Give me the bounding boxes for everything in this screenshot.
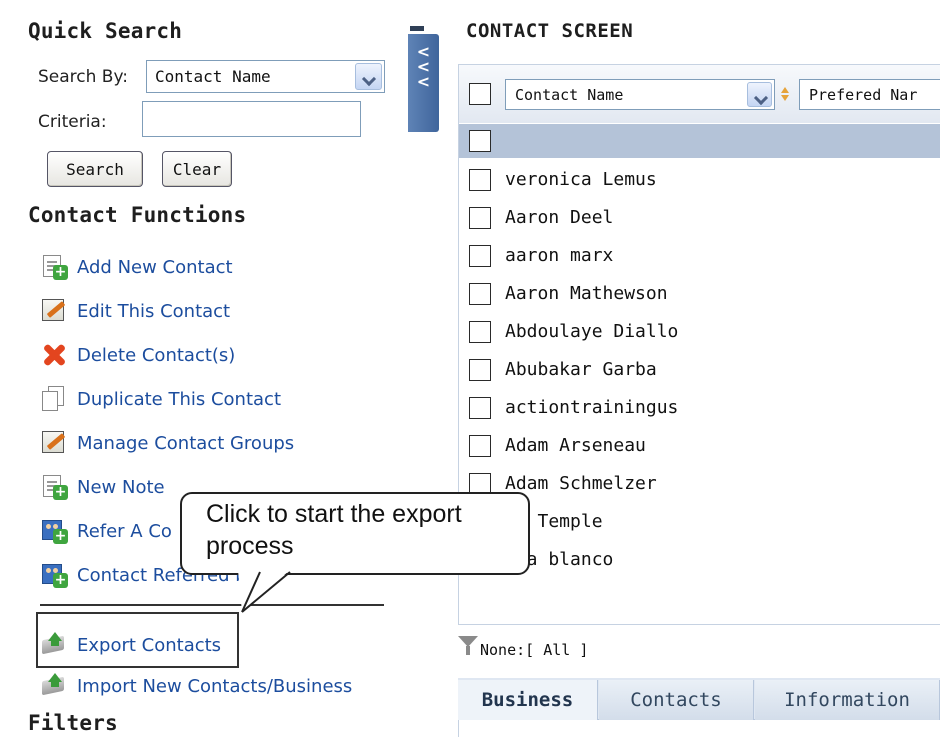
- contact-name: Abubakar Garba: [505, 359, 657, 380]
- import-contacts-link[interactable]: Import New Contacts/Business: [40, 672, 352, 700]
- sort-icon[interactable]: [781, 87, 789, 103]
- table-row[interactable]: aaron marx: [459, 237, 940, 275]
- contact-screen-panel: CONTACT SCREEN Contact Name Prefered Nar…: [441, 0, 940, 737]
- refer-contact-link[interactable]: + Refer A Co: [40, 517, 172, 545]
- row-checkbox[interactable]: [469, 283, 491, 305]
- delete-contact-link[interactable]: Delete Contact(s): [40, 341, 235, 369]
- panel-splitter: < < <: [404, 0, 441, 737]
- column2-select[interactable]: Prefered Nar: [799, 79, 940, 110]
- manage-groups-link[interactable]: Manage Contact Groups: [40, 429, 294, 457]
- add-new-contact-link[interactable]: + Add New Contact: [40, 253, 233, 281]
- tab-business[interactable]: Business: [458, 680, 598, 720]
- splitter-grip: [410, 26, 424, 31]
- chevron-down-icon[interactable]: [355, 63, 382, 90]
- contact-functions-title: Contact Functions: [28, 203, 247, 227]
- search-button[interactable]: Search: [47, 151, 143, 187]
- tab-content: [458, 720, 940, 737]
- table-row[interactable]: am Temple: [459, 503, 940, 541]
- edit-icon: [40, 430, 68, 456]
- callout-pointer: [238, 570, 291, 613]
- tab-contacts[interactable]: Contacts: [599, 680, 754, 720]
- table-row[interactable]: Aaron Deel: [459, 199, 940, 237]
- column1-value: Contact Name: [515, 86, 624, 104]
- table-row[interactable]: Adam Schmelzer: [459, 465, 940, 503]
- criteria-input[interactable]: [142, 101, 361, 137]
- duplicate-icon: [40, 386, 68, 412]
- divider: [40, 604, 384, 606]
- table-row[interactable]: veronica Lemus: [459, 161, 940, 199]
- criteria-label: Criteria:: [38, 112, 107, 132]
- table-row[interactable]: actiontrainingus: [459, 389, 940, 427]
- contact-screen-title: CONTACT SCREEN: [466, 20, 634, 42]
- row-checkbox[interactable]: [469, 245, 491, 267]
- filter-text: None:[ All ]: [480, 641, 589, 659]
- table-row[interactable]: Abubakar Garba: [459, 351, 940, 389]
- contact-name: Adam Arseneau: [505, 435, 646, 456]
- export-callout: Click to start the export process: [180, 492, 530, 575]
- row-checkbox[interactable]: [469, 169, 491, 191]
- column1-select[interactable]: Contact Name: [505, 79, 775, 110]
- refer-icon: +: [40, 518, 68, 544]
- contact-name: Aaron Mathewson: [505, 283, 668, 304]
- delete-icon: [40, 342, 68, 368]
- edit-icon: [40, 298, 68, 324]
- add-note-icon: +: [40, 474, 68, 500]
- filter-row-checkbox[interactable]: [469, 130, 491, 152]
- contact-name: aaron marx: [505, 245, 614, 266]
- refer-contact-label: Refer A Co: [77, 520, 172, 542]
- contact-name: veronica Lemus: [505, 169, 657, 190]
- contact-name: Adam Schmelzer: [505, 473, 657, 494]
- filter-row[interactable]: [459, 124, 940, 158]
- export-highlight-box: [36, 612, 239, 668]
- duplicate-contact-link[interactable]: Duplicate This Contact: [40, 385, 281, 413]
- funnel-icon: [458, 635, 478, 655]
- contact-grid: Contact Name Prefered Nar veronica Lemus…: [458, 64, 940, 625]
- row-checkbox[interactable]: [469, 435, 491, 457]
- import-icon: [40, 673, 68, 699]
- edit-contact-label: Edit This Contact: [77, 300, 231, 322]
- filters-title: Filters: [28, 711, 118, 735]
- row-checkbox[interactable]: [469, 321, 491, 343]
- duplicate-contact-label: Duplicate This Contact: [77, 388, 282, 410]
- search-by-select[interactable]: Contact Name: [146, 60, 385, 93]
- new-note-label: New Note: [77, 476, 165, 498]
- tab-information[interactable]: Information: [755, 680, 940, 720]
- referred-icon: +: [40, 562, 68, 588]
- contact-name: actiontrainingus: [505, 397, 679, 418]
- chevron-down-icon[interactable]: [747, 82, 772, 107]
- grid-header: Contact Name Prefered Nar: [459, 65, 940, 123]
- collapse-panel-button[interactable]: < < <: [408, 34, 439, 132]
- search-by-label: Search By:: [38, 67, 129, 87]
- add-new-contact-label: Add New Contact: [77, 256, 233, 278]
- contact-name: Abdoulaye Diallo: [505, 321, 679, 342]
- clear-button[interactable]: Clear: [162, 151, 232, 187]
- add-contact-icon: +: [40, 254, 68, 280]
- grid-filter[interactable]: None:[ All ]: [458, 627, 588, 663]
- import-contacts-label: Import New Contacts/Business: [77, 675, 353, 697]
- row-checkbox[interactable]: [469, 397, 491, 419]
- quick-search-title: Quick Search: [28, 19, 183, 43]
- left-panel: Quick Search Search By: Contact Name Cri…: [0, 0, 403, 737]
- callout-line-2: process: [206, 532, 294, 560]
- select-all-checkbox[interactable]: [469, 83, 491, 105]
- table-row[interactable]: Aaron Mathewson: [459, 275, 940, 313]
- search-by-value: Contact Name: [155, 67, 271, 86]
- collapse-arrows-icon: < < <: [416, 42, 431, 91]
- table-row[interactable]: ela blanco: [459, 541, 940, 579]
- detail-tabs: Business Contacts Information: [458, 678, 940, 720]
- edit-contact-link[interactable]: Edit This Contact: [40, 297, 230, 325]
- row-checkbox[interactable]: [469, 207, 491, 229]
- new-note-link[interactable]: + New Note: [40, 473, 165, 501]
- table-row[interactable]: Abdoulaye Diallo: [459, 313, 940, 351]
- callout-line-1: Click to start the export: [206, 500, 462, 528]
- row-checkbox[interactable]: [469, 359, 491, 381]
- manage-groups-label: Manage Contact Groups: [77, 432, 295, 454]
- delete-contact-label: Delete Contact(s): [77, 344, 236, 366]
- contact-name: Aaron Deel: [505, 207, 614, 228]
- table-row[interactable]: Adam Arseneau: [459, 427, 940, 465]
- column2-value: Prefered Nar: [809, 86, 918, 104]
